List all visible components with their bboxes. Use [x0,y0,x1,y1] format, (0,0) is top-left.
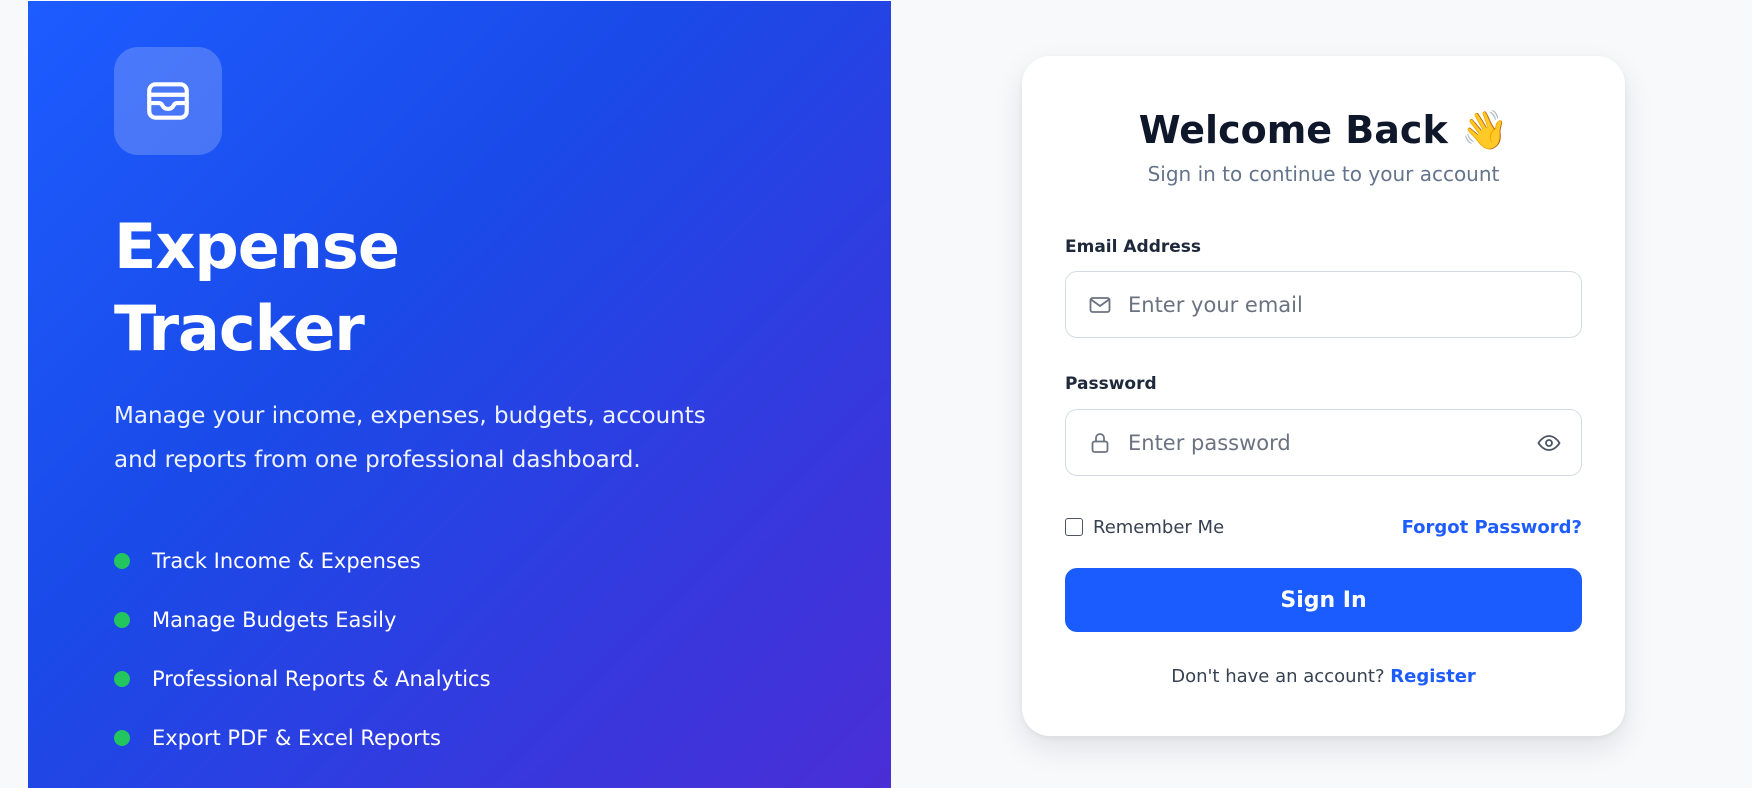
password-label: Password [1065,374,1157,394]
bullet-dot-icon [114,729,130,746]
remember-me[interactable]: Remember Me [1065,517,1224,538]
forgot-password-link[interactable]: Forgot Password? [1402,517,1582,538]
bullet-dot-icon [114,552,130,569]
app-title: Expense Tracker [114,206,714,370]
feature-item: Export PDF & Excel Reports [114,708,491,767]
email-input[interactable] [1128,272,1581,337]
app-title-line-1: Expense [114,210,400,283]
no-account-text: Don't have an account? [1171,666,1385,687]
show-password-toggle[interactable] [1529,423,1569,463]
remember-me-checkbox[interactable] [1065,518,1083,536]
lock-icon [1091,432,1109,453]
app-logo [114,47,222,155]
wallet-icon [147,82,189,120]
feature-label: Manage Budgets Easily [152,607,397,632]
feature-item: Track Income & Expenses [114,531,491,590]
email-label: Email Address [1065,237,1202,257]
password-field-wrapper [1065,409,1582,476]
login-title: Welcome Back 👋 [1138,108,1509,152]
password-input[interactable] [1128,410,1529,475]
app-title-line-2: Tracker [114,292,365,365]
mail-icon [1089,296,1111,313]
feature-label: Export PDF & Excel Reports [152,725,441,750]
eye-icon [1537,434,1561,451]
feature-label: Track Income & Expenses [152,548,421,573]
remember-me-label: Remember Me [1093,516,1225,538]
login-options: Remember Me Forgot Password? [1065,511,1582,543]
feature-label: Professional Reports & Analytics [152,666,491,691]
email-field-wrapper [1065,271,1582,338]
bullet-dot-icon [114,670,130,687]
feature-list: Track Income & Expenses Manage Budgets E… [114,531,491,767]
app-description: Manage your income, expenses, budgets, a… [114,403,706,473]
login-page: Expense Tracker Manage your income, expe… [0,0,1752,788]
feature-item: Professional Reports & Analytics [114,649,491,708]
sign-in-button[interactable]: Sign In [1065,568,1582,632]
login-subtitle: Sign in to continue to your account [1147,162,1500,186]
bullet-dot-icon [114,611,130,628]
feature-item: Manage Budgets Easily [114,590,491,649]
login-card: Welcome Back 👋 Sign in to continue to yo… [1022,56,1625,736]
register-prompt: Don't have an account? Register [1022,666,1625,687]
register-link[interactable]: Register [1390,666,1476,687]
hero-panel: Expense Tracker Manage your income, expe… [28,1,891,788]
